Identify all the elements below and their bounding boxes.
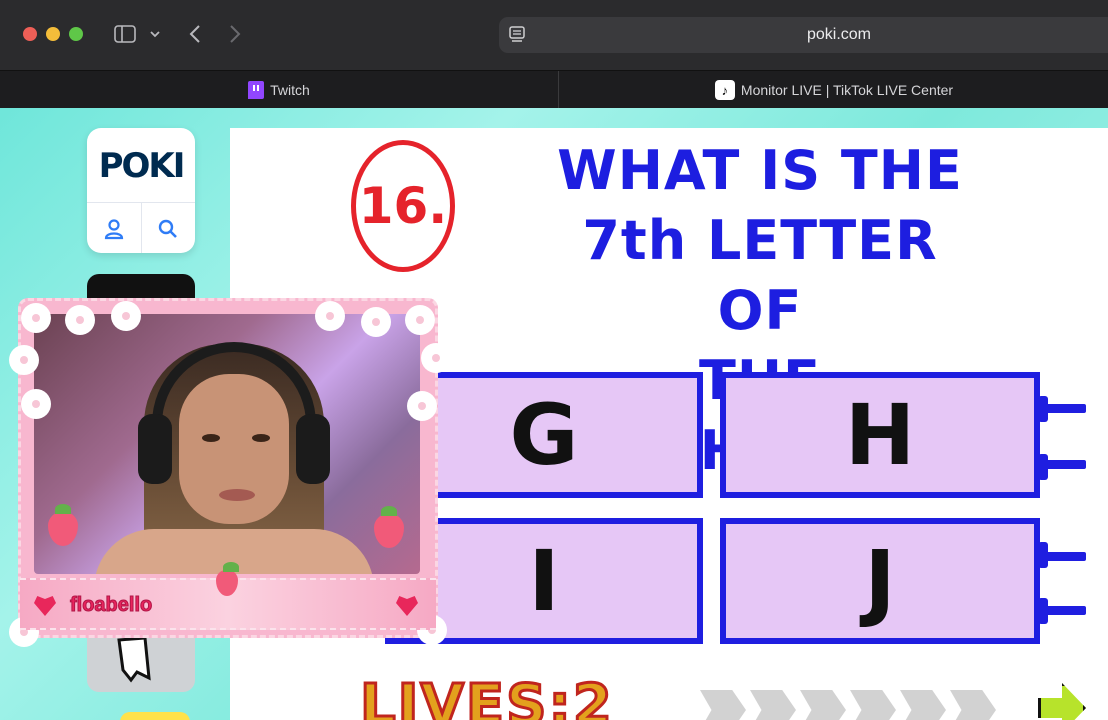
minimize-window-button[interactable] — [46, 27, 60, 41]
flower-decoration — [410, 394, 434, 418]
heart-icon — [34, 596, 56, 616]
heart-icon — [396, 596, 418, 616]
flower-decoration — [68, 308, 92, 332]
tab-label: Monitor LIVE | TikTok LIVE Center — [740, 82, 954, 98]
headset-cup — [138, 414, 172, 484]
game-thumbnail[interactable] — [120, 712, 190, 720]
progress-arrow — [900, 690, 946, 720]
streamer-username: floabello — [69, 594, 153, 617]
webcam-name-bar: floabello — [20, 562, 436, 630]
flower-decoration — [424, 346, 448, 370]
divider — [141, 202, 142, 253]
tab-twitch[interactable]: Twitch — [0, 71, 559, 109]
close-window-button[interactable] — [23, 27, 37, 41]
question-line: 7th LETTER OF — [582, 209, 938, 342]
tab-tiktok-live[interactable]: ♪ Monitor LIVE | TikTok LIVE Center — [560, 71, 1108, 109]
plug-prong — [1042, 404, 1086, 413]
forward-button[interactable] — [224, 22, 246, 46]
headset-icon — [152, 342, 316, 432]
progress-arrow — [800, 690, 846, 720]
flower-decoration — [408, 308, 432, 332]
plug-prong — [1042, 606, 1086, 615]
search-icon[interactable] — [153, 214, 183, 244]
next-arrow-icon[interactable] — [1038, 683, 1086, 720]
sidebar-toggle-icon[interactable] — [112, 22, 138, 46]
flower-decoration — [12, 348, 36, 372]
browser-titlebar: poki.com — [0, 0, 1108, 70]
progress-arrow — [950, 690, 996, 720]
url-text: poki.com — [806, 26, 872, 43]
flower-decoration — [24, 306, 48, 330]
user-icon[interactable] — [99, 214, 129, 244]
lives-counter: LIVES:2 — [359, 672, 614, 720]
plug-connector — [1038, 598, 1048, 624]
plug-connector — [1038, 454, 1048, 480]
question-number: 16. — [351, 140, 455, 272]
back-button[interactable] — [184, 22, 206, 46]
flower-decoration — [24, 392, 48, 416]
zoom-window-button[interactable] — [69, 27, 83, 41]
tab-label: Twitch — [270, 82, 310, 98]
streamer-eye — [202, 434, 220, 442]
poki-logo[interactable]: POKI — [87, 146, 195, 186]
headset-cup — [296, 414, 330, 484]
flower-decoration — [318, 304, 342, 328]
progress-arrow — [850, 690, 896, 720]
game-thumbnail[interactable] — [87, 630, 195, 692]
page-content: POKI 16. WHAT IS THE 7th LETTER OF THE A… — [0, 108, 1108, 720]
answer-option-h[interactable]: H — [720, 372, 1040, 498]
question-line: WHAT IS THE — [557, 139, 963, 202]
plug-prong — [1042, 460, 1086, 469]
tiktok-icon: ♪ — [714, 80, 735, 100]
twitch-icon — [248, 81, 265, 99]
webcam-video — [34, 314, 420, 574]
streamer-eye — [252, 434, 270, 442]
answer-option-j[interactable]: J — [720, 518, 1040, 644]
streamer-mouth — [219, 489, 255, 501]
strawberry-decoration — [216, 562, 239, 596]
tab-bar: Twitch ♪ Monitor LIVE | TikTok LIVE Cent… — [0, 70, 1108, 109]
chevron-down-icon[interactable] — [146, 22, 164, 46]
progress-arrow — [700, 690, 746, 720]
address-bar[interactable]: poki.com — [499, 17, 1108, 53]
poki-nav-card: POKI — [87, 128, 195, 253]
flower-decoration — [364, 310, 388, 334]
progress-arrow — [750, 690, 796, 720]
plug-prong — [1042, 552, 1086, 561]
flower-decoration — [114, 304, 138, 328]
